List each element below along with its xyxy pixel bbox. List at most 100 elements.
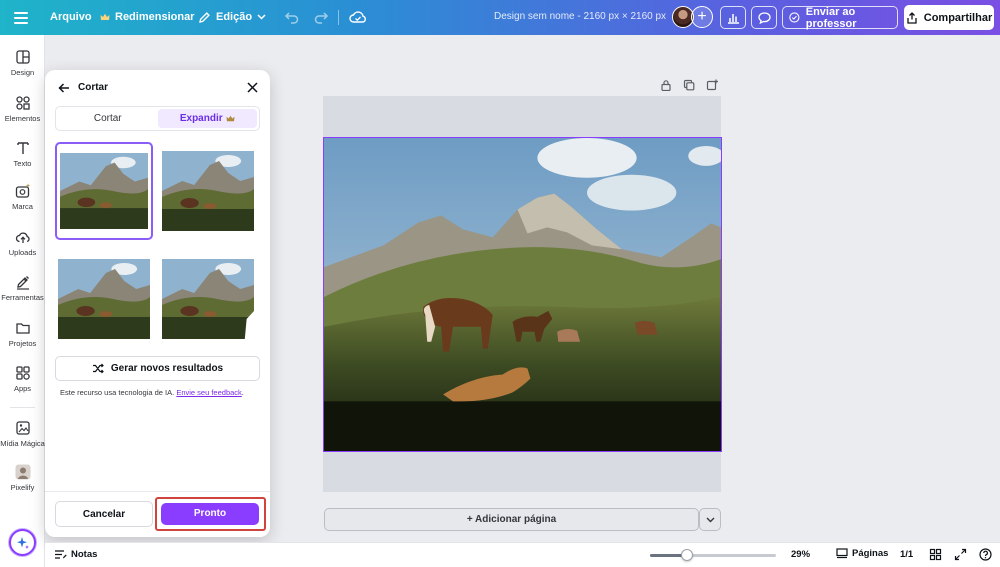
bar-chart-icon — [727, 13, 739, 24]
cancel-label: Cancelar — [82, 508, 126, 520]
share-button[interactable]: Compartilhar — [904, 5, 994, 30]
result-option-3[interactable] — [55, 250, 153, 348]
sidebar-item-magic-media[interactable]: Mídia Mágica — [0, 420, 45, 448]
edit-mode-dropdown[interactable]: Edição — [192, 4, 272, 30]
left-sidebar: Design Elementos Texto Marca Uploads Fer… — [0, 35, 45, 567]
help-icon[interactable] — [979, 548, 992, 561]
sidebar-item-projects[interactable]: Projetos — [0, 320, 45, 348]
sidebar-item-uploads[interactable]: Uploads — [0, 229, 45, 257]
tools-icon — [16, 276, 29, 290]
sidebar-item-apps[interactable]: Apps — [0, 365, 45, 393]
plus-icon: + — [697, 8, 707, 25]
design-icon — [15, 50, 30, 64]
generate-results-button[interactable]: Gerar novos resultados — [55, 356, 260, 381]
cloud-saved-icon[interactable] — [348, 8, 368, 26]
zoom-value[interactable]: 29% — [791, 549, 810, 560]
cancel-button[interactable]: Cancelar — [55, 501, 153, 527]
sidebar-item-label: Elementos — [4, 114, 41, 123]
crown-icon — [226, 115, 235, 121]
result-option-1[interactable] — [55, 142, 153, 240]
landscape-thumbnail — [162, 259, 254, 339]
add-page-options-button[interactable] — [699, 508, 721, 531]
comment-icon — [757, 11, 771, 24]
edit-mode-label: Edição — [216, 11, 253, 23]
lock-icon[interactable] — [660, 79, 672, 91]
horse-landscape-image[interactable] — [323, 137, 722, 452]
undo-icon[interactable] — [283, 8, 301, 26]
grid-view-icon[interactable] — [929, 548, 942, 561]
landscape-thumbnail — [162, 151, 254, 231]
elements-icon — [15, 96, 30, 110]
toolbar-divider — [338, 10, 339, 25]
comments-button[interactable] — [751, 6, 777, 29]
result-option-2[interactable] — [159, 142, 257, 240]
zoom-slider-handle[interactable] — [680, 549, 693, 561]
chevron-down-icon — [706, 517, 714, 522]
folder-icon — [15, 323, 30, 334]
file-menu[interactable]: Arquivo — [44, 4, 98, 30]
result-thumbnail — [60, 153, 148, 229]
panel-title: Cortar — [78, 82, 109, 93]
send-to-teacher-button[interactable]: Enviar ao professor — [782, 5, 898, 30]
done-label: Pronto — [193, 508, 227, 519]
result-option-4[interactable] — [159, 250, 257, 348]
tab-crop[interactable]: Cortar — [58, 109, 158, 128]
sidebar-item-pixelify[interactable]: Pixelify — [0, 464, 45, 492]
close-icon[interactable] — [246, 81, 259, 94]
ai-disclaimer: Este recurso usa tecnologia de IA. Envie… — [60, 388, 244, 397]
sidebar-item-label: Mídia Mágica — [0, 439, 45, 448]
duplicate-icon[interactable] — [683, 79, 695, 91]
result-thumbnail — [162, 151, 254, 231]
sidebar-item-label: Projetos — [8, 339, 37, 348]
panel-divider — [45, 491, 270, 492]
sidebar-item-label: Design — [10, 68, 35, 77]
crop-mode-toggle: Cortar Expandir — [55, 106, 260, 131]
sidebar-item-label: Apps — [13, 384, 32, 393]
generate-results-label: Gerar novos resultados — [110, 363, 224, 374]
add-page-icon[interactable] — [706, 79, 718, 91]
bottom-bar: Notas 29% Páginas 1/1 — [45, 542, 1000, 567]
notes-button[interactable]: Notas — [54, 549, 97, 560]
result-thumbnail — [58, 259, 150, 339]
sidebar-item-text[interactable]: Texto — [0, 140, 45, 168]
page-count: 1/1 — [900, 549, 914, 560]
resize-label: Redimensionar — [115, 11, 195, 23]
brand-icon — [15, 183, 30, 198]
insights-button[interactable] — [720, 6, 746, 29]
resize-button[interactable]: Redimensionar — [94, 4, 200, 30]
pages-button[interactable]: Páginas — [836, 548, 888, 559]
landscape-photo — [324, 138, 721, 451]
sidebar-item-tools[interactable]: Ferramentas — [0, 274, 45, 302]
tab-expand-label: Expandir — [179, 113, 223, 124]
pencil-icon — [199, 11, 210, 23]
zoom-slider[interactable] — [650, 549, 776, 561]
sidebar-item-elements[interactable]: Elementos — [0, 95, 45, 123]
done-button-highlight: Pronto — [155, 497, 266, 531]
sidebar-divider — [10, 407, 35, 408]
send-to-teacher-label: Enviar ao professor — [805, 5, 857, 30]
upload-cloud-icon — [15, 232, 30, 243]
shuffle-icon — [92, 363, 104, 374]
landscape-thumbnail — [58, 259, 150, 339]
add-page-button[interactable]: + Adicionar página — [324, 508, 699, 531]
sidebar-item-label: Pixelify — [10, 483, 35, 492]
fullscreen-icon[interactable] — [954, 548, 967, 561]
redo-icon[interactable] — [312, 8, 330, 26]
tab-expand[interactable]: Expandir — [157, 109, 257, 128]
crown-icon — [100, 13, 110, 20]
done-button[interactable]: Pronto — [161, 502, 259, 525]
notes-icon — [55, 550, 67, 559]
sidebar-item-design[interactable]: Design — [0, 49, 45, 77]
pages-icon — [836, 548, 848, 559]
sidebar-item-brand[interactable]: Marca — [0, 183, 45, 211]
feedback-link[interactable]: Envie seu feedback — [176, 388, 241, 397]
arrow-left-icon[interactable] — [57, 81, 71, 95]
design-title[interactable]: Design sem nome - 2160 px × 2160 px — [494, 11, 666, 22]
ai-disclaimer-text: Este recurso usa tecnologia de IA. — [60, 388, 175, 397]
menu-icon[interactable] — [12, 9, 30, 25]
share-icon — [907, 11, 917, 24]
invite-plus-button[interactable]: + — [691, 6, 713, 28]
sidebar-item-label: Ferramentas — [1, 293, 44, 302]
sidebar-item-label: Marca — [12, 202, 33, 211]
magic-assistant-button[interactable] — [9, 529, 36, 556]
